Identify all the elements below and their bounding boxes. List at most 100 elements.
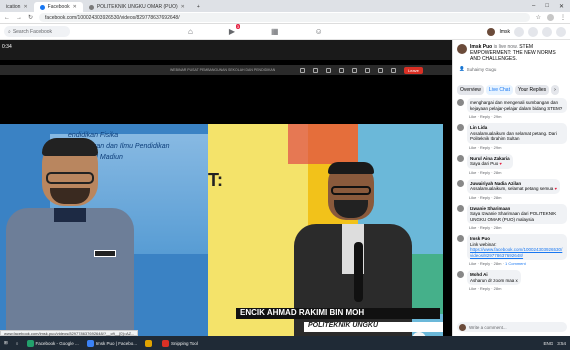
- comment-actions-text[interactable]: Like · Reply · 28m: [469, 261, 501, 266]
- hand-icon: [339, 67, 344, 73]
- close-icon[interactable]: ✕: [23, 4, 27, 10]
- taskbar-item-snipping[interactable]: Snipping Tool: [161, 339, 198, 347]
- home-icon[interactable]: ⌂: [188, 27, 193, 36]
- speaker-left: [6, 138, 134, 338]
- new-tab-button[interactable]: +: [191, 2, 206, 12]
- comment-text: Assalamualaikum dan selamat petang. Dari…: [470, 130, 557, 142]
- taskbar-label: Imsk Puo | Facebo...: [95, 340, 137, 346]
- comment-actions[interactable]: Like · Reply · 28m: [469, 195, 560, 200]
- browser-tab-puo[interactable]: POLITEKNIK UNGKU OMAR (PUO) ✕: [83, 2, 191, 12]
- speaker-org-caption: POLITEKNIK UNGKU: [304, 322, 443, 332]
- comment-text: menghargai dan mengenali sumbangan dan k…: [470, 100, 563, 111]
- avatar[interactable]: [457, 271, 464, 278]
- minimize-button[interactable]: –: [532, 3, 535, 9]
- comment-actions[interactable]: Like · Reply · 28m: [469, 225, 567, 230]
- more-icon: [352, 67, 357, 73]
- comment-text: Assalamualaikum, selamat petang semua: [470, 186, 554, 191]
- url-text: facebook.com/100024303926530/videos/8297…: [45, 14, 180, 21]
- user-name[interactable]: Imsk: [499, 29, 510, 35]
- avatar[interactable]: [457, 44, 467, 54]
- list-item: Imsk Puo Link webinar: https://www.faceboo…: [457, 234, 569, 266]
- people-icon: 👤: [459, 66, 465, 71]
- messenger-icon[interactable]: [528, 26, 538, 37]
- close-icon[interactable]: ✕: [73, 4, 77, 10]
- profile-icon[interactable]: [547, 14, 554, 21]
- comment-input[interactable]: Write a comment...: [457, 322, 567, 332]
- folder-icon: [144, 339, 152, 347]
- system-tray: ENG 3:54: [543, 341, 570, 346]
- language-indicator[interactable]: ENG: [543, 341, 553, 346]
- speaker-name-caption: ENCIK AHMAD RAKIMI BIN MOH: [236, 308, 440, 319]
- search-placeholder: Search Facebook: [12, 28, 53, 35]
- menu-icon[interactable]: ⋮: [560, 14, 566, 21]
- live-chat-sidebar: Imsk Puo is live now. STEM EMPOWERMENT: …: [452, 40, 570, 336]
- start-button[interactable]: ⊞: [4, 340, 8, 346]
- globe-icon: [88, 4, 94, 10]
- account-menu-icon[interactable]: [556, 26, 566, 37]
- video-player[interactable]: 0:34 WEBINAR PUSAT PEMBANGUNAN SEKOLAH D…: [0, 40, 452, 346]
- star-icon[interactable]: ☆: [536, 14, 541, 21]
- comment-bubble: menghargai dan mengenali sumbangan dan k…: [467, 98, 567, 113]
- tab-live-chat[interactable]: Live Chat: [485, 85, 513, 95]
- comment-text: Asharun dr zoom maa x: [470, 277, 518, 283]
- tab-label: POLITEKNIK UNGKU OMAR (PUO): [96, 4, 178, 10]
- comment-text: Saya Izwanie Sharimaan dari POLITEKNIK U…: [470, 211, 557, 222]
- browser-icon: [86, 339, 94, 347]
- reply-count[interactable]: 1 Comment: [505, 261, 526, 266]
- list-item: Mohd Ai Asharun dr zoom maa x Like · Repl…: [457, 270, 569, 291]
- reload-icon[interactable]: ↻: [28, 14, 33, 21]
- avatar[interactable]: [457, 99, 464, 106]
- comment-actions[interactable]: Like · Reply · 28m: [469, 170, 513, 175]
- comment-actions[interactable]: Like · Reply · 28m · 1 Comment: [469, 261, 567, 266]
- taskbar-item-explorer[interactable]: [144, 339, 154, 347]
- taskbar-item-chrome[interactable]: Facebook - Google ...: [26, 339, 79, 347]
- people-icon: [313, 67, 318, 73]
- sub-name[interactable]: Suhaimy Gugu: [467, 67, 497, 72]
- maximize-button[interactable]: □: [545, 3, 549, 9]
- search-icon[interactable]: ○: [16, 341, 19, 346]
- apps-icon[interactable]: [514, 26, 524, 37]
- search-icon: ⌕: [8, 28, 11, 35]
- taskbar-label: Snipping Tool: [170, 340, 198, 346]
- bell-icon[interactable]: [542, 26, 552, 37]
- clock-icon: [300, 67, 305, 73]
- window-controls: – □ ✕: [532, 0, 570, 12]
- avatar[interactable]: [457, 235, 464, 242]
- tab-overview[interactable]: Overview: [457, 85, 484, 95]
- close-window-button[interactable]: ✕: [559, 3, 564, 10]
- url-input[interactable]: facebook.com/100024303926530/videos/8297…: [39, 13, 530, 22]
- name-tag: [94, 250, 116, 257]
- forward-icon[interactable]: →: [16, 15, 22, 21]
- avatar[interactable]: [487, 27, 496, 36]
- facebook-nav: ⌂ ▶ 3 ▦ ☺: [188, 24, 323, 36]
- tab-your-replies[interactable]: Your Replies: [514, 85, 550, 95]
- comment-list: menghargai dan mengenali sumbangan dan k…: [457, 98, 569, 316]
- snipping-tool-icon: [161, 339, 169, 347]
- taskbar-item-facebook[interactable]: Imsk Puo | Facebo...: [86, 339, 137, 347]
- comment-bubble: Izwanie Sharimaan Saya Izwanie Sharimaan …: [467, 203, 567, 224]
- search-input[interactable]: ⌕ Search Facebook: [4, 26, 70, 37]
- browser-tab[interactable]: ication ✕: [0, 2, 34, 12]
- avatar[interactable]: [457, 204, 464, 212]
- avatar[interactable]: [457, 179, 464, 187]
- taskbar-label: Facebook - Google ...: [35, 340, 79, 346]
- video-top-bar: 0:34: [0, 40, 452, 60]
- address-bar: ← → ↻ facebook.com/100024303926530/video…: [0, 12, 570, 24]
- avatar[interactable]: [457, 124, 464, 131]
- avatar[interactable]: [457, 154, 464, 162]
- speaker-right-feed: T: ENCIK AHMAD RAKIMI BIN MOH POLITEKNIK…: [208, 124, 443, 340]
- share-icon: [391, 67, 396, 73]
- comment-actions[interactable]: Like · Reply · 29m: [469, 145, 567, 150]
- chevron-right-icon[interactable]: ›: [551, 85, 559, 95]
- comment-actions[interactable]: Like · Reply · 28m: [469, 286, 521, 291]
- comment-bubble: Imsk Puo Link webinar: https://www.faceboo…: [467, 234, 567, 260]
- watch-icon[interactable]: ▶ 3: [229, 24, 240, 36]
- back-icon[interactable]: ←: [4, 15, 10, 21]
- close-icon[interactable]: ✕: [181, 4, 185, 10]
- clock[interactable]: 3:54: [557, 341, 566, 346]
- comment-link[interactable]: https://www.facebook.com/100024303926530…: [470, 247, 562, 258]
- browser-tab-facebook[interactable]: Facebook ✕: [33, 2, 83, 12]
- marketplace-icon[interactable]: ▦: [271, 27, 279, 36]
- comment-actions[interactable]: Like · Reply · 29m: [469, 114, 567, 119]
- groups-icon[interactable]: ☺: [315, 27, 323, 36]
